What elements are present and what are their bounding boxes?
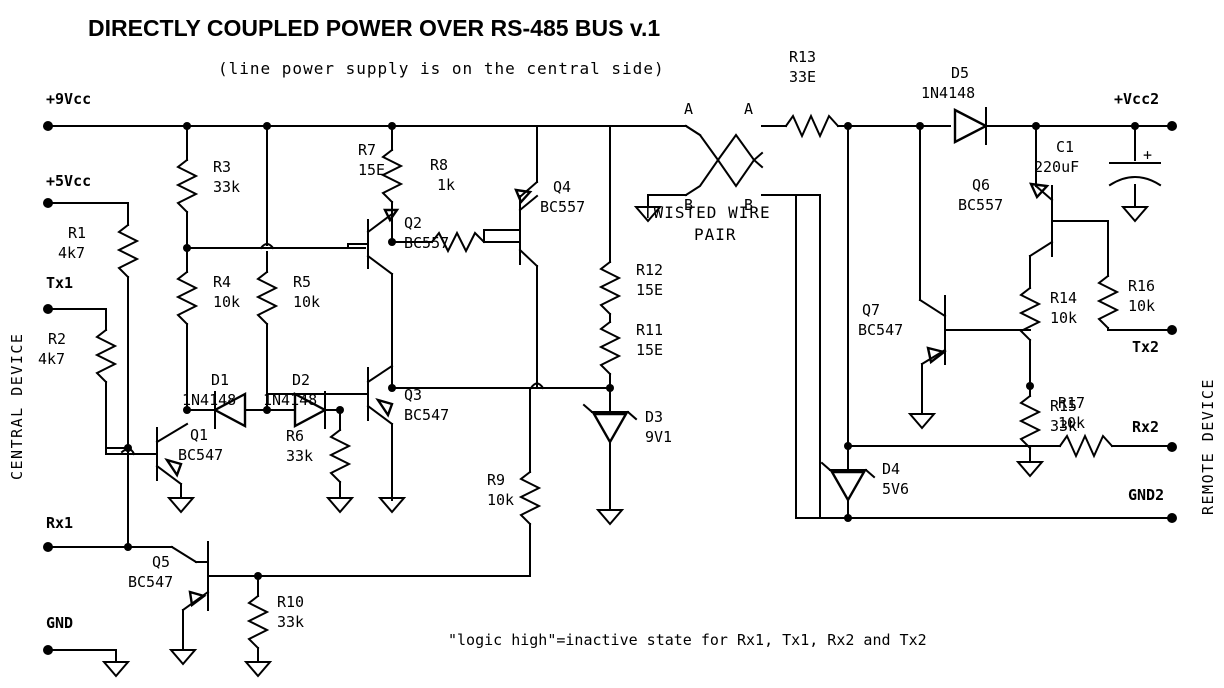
gnd-symbol-d3 [595, 509, 625, 526]
d3-zener-triangle [591, 412, 629, 445]
resistor-r3-value: 33k [213, 178, 240, 196]
gnd-symbol-c1 [1120, 206, 1150, 223]
d3-zener-tick-right [626, 410, 638, 421]
q5-value: BC547 [128, 573, 173, 591]
d2-value: 1N4148 [263, 391, 317, 409]
d1-value: 1N4148 [182, 391, 236, 409]
resistor-r15-symbol [1018, 394, 1042, 450]
resistor-r13-ref: R13 [789, 48, 816, 66]
resistor-r6-value: 33k [286, 447, 313, 465]
d4-ref: D4 [882, 460, 900, 478]
resistor-r5-value: 10k [293, 293, 320, 311]
d3-ref: D3 [645, 408, 663, 426]
bus-name-line1: TWISTED WIRE [643, 203, 771, 222]
d5-value: 1N4148 [921, 84, 975, 102]
resistor-r9-ref: R9 [487, 471, 505, 489]
resistor-r7-value: 15E [358, 161, 385, 179]
resistor-r8-ref: R8 [430, 156, 448, 174]
d4-zener-tick-right [864, 468, 876, 479]
resistor-r6-ref: R6 [286, 427, 304, 445]
resistor-r10-symbol [246, 594, 270, 650]
resistor-r11-value: 15E [636, 341, 663, 359]
resistor-r10-value: 33k [277, 613, 304, 631]
resistor-r9-symbol [518, 470, 542, 526]
resistor-r12-ref: R12 [636, 261, 663, 279]
resistor-r17-symbol [1058, 433, 1114, 459]
d1-ref: D1 [211, 371, 229, 389]
d3-value: 9V1 [645, 428, 672, 446]
bus-label-a-left: A [684, 100, 693, 118]
resistor-r14-ref: R14 [1050, 289, 1077, 307]
resistor-r14-value: 10k [1050, 309, 1077, 327]
bus-name-line2: PAIR [694, 225, 737, 244]
resistor-r5-symbol [255, 270, 279, 326]
resistor-r3-symbol [175, 158, 199, 214]
resistor-r1-ref: R1 [68, 224, 86, 242]
q5-ref: Q5 [152, 553, 170, 571]
c1-value: 220uF [1034, 158, 1079, 176]
q6-ref: Q6 [972, 176, 990, 194]
d4-zener-triangle [829, 470, 867, 503]
resistor-r4-symbol [175, 270, 199, 326]
q1-ref: Q1 [190, 426, 208, 444]
q4-value: BC557 [540, 198, 585, 216]
resistor-r1-symbol [116, 223, 140, 279]
gnd-symbol-q7 [907, 413, 937, 430]
resistor-r4-value: 10k [213, 293, 240, 311]
resistor-r16-value: 10k [1128, 297, 1155, 315]
resistor-r11-symbol [598, 320, 622, 376]
resistor-r7-ref: R7 [358, 141, 376, 159]
q1-value: BC547 [178, 446, 223, 464]
d4-zener-tick-left [820, 461, 832, 472]
schematic-page: DIRECTLY COUPLED POWER OVER RS-485 BUS v… [0, 0, 1224, 688]
resistor-r2-ref: R2 [48, 330, 66, 348]
gnd-symbol-r15 [1015, 461, 1045, 478]
gnd-symbol-gnd [101, 661, 131, 678]
q7-value: BC547 [858, 321, 903, 339]
resistor-r4-ref: R4 [213, 273, 231, 291]
q3-ref: Q3 [404, 386, 422, 404]
resistor-r17-ref: R17 [1058, 394, 1085, 412]
bus-label-a-right: A [744, 100, 753, 118]
gnd-symbol-r10 [243, 661, 273, 678]
resistor-r10-ref: R10 [277, 593, 304, 611]
gnd-symbol-r6 [325, 497, 355, 514]
gnd-symbol-q1 [166, 497, 196, 514]
d4-value: 5V6 [882, 480, 909, 498]
twisted-wire-pair-symbol [684, 124, 764, 197]
q2-value: BC557 [404, 234, 449, 252]
resistor-r16-symbol [1096, 274, 1120, 330]
resistor-r6-symbol [328, 428, 352, 484]
resistor-r13-value: 33E [789, 68, 816, 86]
resistor-r7-symbol [380, 148, 404, 204]
resistor-r1-value: 4k7 [58, 244, 85, 262]
c1-ref: C1 [1056, 138, 1074, 156]
resistor-r16-ref: R16 [1128, 277, 1155, 295]
q2-ref: Q2 [404, 214, 422, 232]
resistor-r3-ref: R3 [213, 158, 231, 176]
resistor-r12-symbol [598, 260, 622, 316]
resistor-r9-value: 10k [487, 491, 514, 509]
d2-ref: D2 [292, 371, 310, 389]
q4-ref: Q4 [553, 178, 571, 196]
resistor-r2-symbol [94, 328, 118, 384]
q7-ref: Q7 [862, 301, 880, 319]
resistor-r14-symbol [1018, 286, 1042, 342]
resistor-r12-value: 15E [636, 281, 663, 299]
resistor-r11-ref: R11 [636, 321, 663, 339]
q6-value: BC557 [958, 196, 1003, 214]
component-glyph-layer: R1 4k7 R2 4k7 R3 33k R4 10k R5 10k R6 33… [38, 48, 1155, 678]
d5-ref: D5 [951, 64, 969, 82]
d3-zener-tick-left [582, 403, 594, 414]
q3-value: BC547 [404, 406, 449, 424]
gnd-symbol-q5 [168, 649, 198, 666]
resistor-r8-value: 1k [437, 176, 455, 194]
resistor-r17-value: 10k [1058, 414, 1085, 432]
resistor-r5-ref: R5 [293, 273, 311, 291]
resistor-r13-symbol [784, 113, 840, 139]
resistor-r2-value: 4k7 [38, 350, 65, 368]
gnd-symbol-q3 [377, 497, 407, 514]
